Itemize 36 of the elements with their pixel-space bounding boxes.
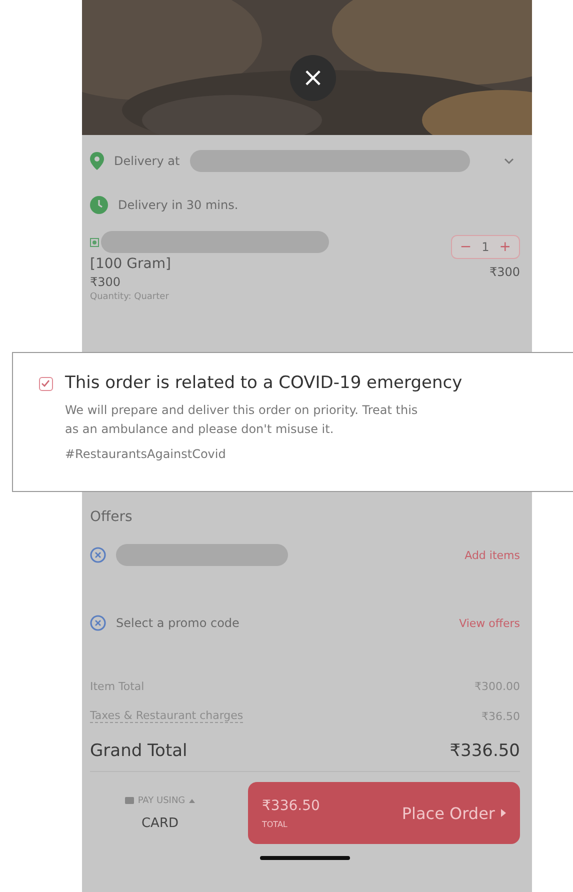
offer-link[interactable]: Add items [464, 548, 520, 562]
caret-icon[interactable] [189, 798, 196, 802]
hashtag: #RestaurantsAgainstCovid [65, 447, 227, 461]
item-price: ₹300 [90, 275, 122, 289]
veg-icon [90, 238, 99, 246]
item-variant: [100 Gram] [90, 256, 172, 272]
emergency-description: We will prepare and deliver this order on priority. Treat this as an ambulance and please don't misuse it. [65, 402, 419, 438]
bill-value: ₹36.50 [482, 710, 520, 722]
delivery-address-label: Delivery at [114, 154, 180, 168]
bill-label: Item Total [90, 680, 144, 692]
emergency-title: This order is related to a COVID-19 emergency [65, 373, 462, 393]
place-order-button[interactable]: ₹336.50 TOTAL Place Order [248, 782, 520, 844]
location-pin-icon [90, 152, 104, 170]
clock-icon [90, 196, 108, 214]
chevron-down-icon[interactable] [504, 158, 514, 164]
bill-label: Taxes & Restaurant charges [90, 709, 244, 723]
offer-badge-icon [90, 615, 106, 631]
grand-total-label: Grand Total [90, 741, 188, 761]
promo-label: Select a promo code [116, 616, 240, 630]
card-icon [124, 797, 134, 804]
pay-using-label[interactable]: PAY USING [138, 796, 186, 806]
delivery-time: Delivery in 30 mins. [118, 198, 238, 212]
caret-icon [501, 809, 506, 817]
plus-button[interactable]: + [499, 239, 511, 255]
offer-link[interactable]: View offers [459, 616, 520, 630]
offers-title: Offers [90, 509, 134, 525]
checkbox[interactable] [39, 377, 53, 391]
minus-button[interactable]: − [460, 239, 472, 255]
bill-value: ₹300.00 [474, 680, 520, 692]
offer-badge-icon [90, 547, 106, 563]
grand-total-value: ₹336.50 [450, 741, 520, 761]
check-icon [40, 378, 51, 389]
item-quantity: Quantity: Quarter [90, 292, 170, 302]
quantity-count: 1 [482, 240, 490, 254]
item-total: ₹300 [489, 265, 520, 279]
payment-method: CARD [141, 816, 178, 830]
